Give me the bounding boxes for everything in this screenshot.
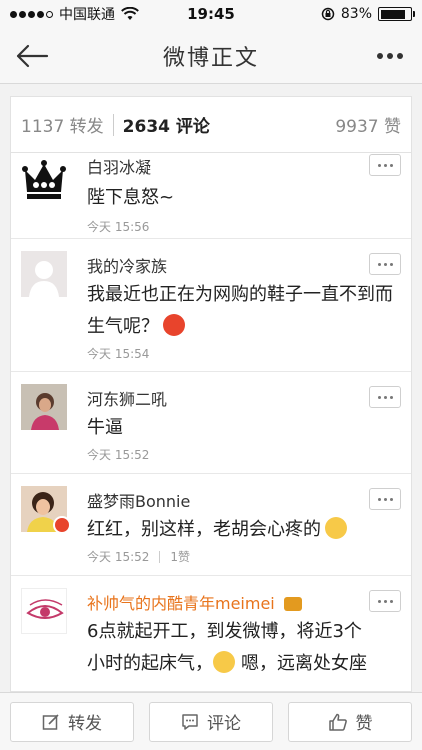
tab-comments[interactable]: 2634 评论 (123, 112, 210, 137)
battery-icon (378, 7, 415, 21)
carrier-name: 中国联通 (59, 7, 115, 23)
comment-time: 今天 15:52 (87, 448, 150, 462)
meta-divider (159, 550, 161, 563)
post-card: 1137 转发 2634 评论 9937 赞 白羽冰凝 陛下息怒~ 今天 15:… (10, 96, 412, 692)
comment-text: 我最近也正在为网购的鞋子一直不到而生气呢？ (87, 279, 401, 343)
tab-reposts[interactable]: 1137 转发 (21, 112, 104, 137)
avatar[interactable] (21, 158, 67, 204)
wifi-icon (121, 7, 139, 20)
arrow-left-icon (16, 44, 49, 68)
dot-icon (397, 53, 403, 59)
comment-text-line: 6点就起开工，到发微博，将近3个 (87, 621, 362, 642)
thumbs-up-icon (328, 713, 347, 731)
user-photo-icon (21, 384, 67, 430)
dot-icon (377, 53, 383, 59)
back-button[interactable] (12, 40, 52, 72)
comment-item: 我的冷家族 我最近也正在为网购的鞋子一直不到而生气呢？ 今天 15:54 (11, 239, 411, 372)
comment-author[interactable]: 我的冷家族 (87, 253, 401, 277)
signal-strength-icon (10, 10, 53, 18)
avatar[interactable] (21, 384, 67, 430)
comment-meta: 今天 15:56 (87, 218, 401, 235)
comment-text-body: 我最近也正在为网购的鞋子一直不到而生气呢？ (87, 284, 393, 337)
comment-item: 盛梦雨Bonnie 红红，别这样，老胡会心疼的 今天 15:52 1赞 (11, 474, 411, 576)
engagement-tabs: 1137 转发 2634 评论 9937 赞 (11, 97, 411, 153)
comment-more-button[interactable] (369, 253, 401, 275)
status-left: 中国联通 (10, 4, 139, 24)
comment-author[interactable]: 盛梦雨Bonnie (87, 488, 401, 512)
thinking-emoji-icon (325, 517, 347, 539)
status-right: 83% (321, 6, 415, 22)
comment-text: 红红，别这样，老胡会心疼的 (87, 514, 401, 546)
comment-more-button[interactable] (369, 154, 401, 176)
comment-item: 白羽冰凝 陛下息怒~ 今天 15:56 (11, 154, 411, 239)
comment-time: 今天 15:54 (87, 347, 150, 361)
like-label: 赞 (355, 714, 373, 734)
repost-label: 转发 (68, 714, 102, 734)
verified-badge-icon (53, 516, 71, 534)
battery-level (380, 9, 405, 19)
comment-list[interactable]: 白羽冰凝 陛下息怒~ 今天 15:56 我的冷家族 我最近也正在为网购的鞋子一直… (11, 154, 411, 691)
comment-item: 补帅气的内酷青年meimei 6点就起开工，到发微博，将近3个 小时的起床气，嗯… (11, 576, 411, 691)
avatar[interactable] (21, 251, 67, 297)
default-user-icon (29, 261, 59, 297)
comment-text: 6点就起开工，到发微博，将近3个 小时的起床气， 嗯，远离处女座 (87, 616, 401, 680)
comment-likes[interactable]: 1赞 (170, 548, 190, 565)
comment-meta: 今天 15:52 (87, 446, 401, 463)
comment-text: 陛下息怒~ (87, 187, 175, 208)
comment-time: 今天 15:52 (87, 550, 150, 564)
vip-crown-icon (283, 597, 302, 611)
comment-time: 今天 15:56 (87, 220, 150, 234)
comment-meta: 今天 15:52 1赞 (87, 548, 401, 565)
orientation-lock-icon (321, 7, 335, 21)
page-title: 微博正文 (162, 45, 259, 71)
comment-item: 河东狮二吼 牛逼 今天 15:52 (11, 372, 411, 474)
comment-text-line: 小时的起床气， 嗯，远离处女座 (87, 651, 367, 674)
comment-meta: 今天 15:54 (87, 345, 401, 362)
comment-label: 评论 (207, 714, 241, 734)
status-bar: 中国联通 19:45 83% (0, 0, 422, 28)
avatar[interactable] (21, 588, 67, 634)
comment-more-button[interactable] (369, 590, 401, 612)
like-button[interactable]: 赞 (288, 701, 412, 742)
comment-text: 牛逼 (87, 417, 123, 438)
dot-icon (387, 53, 393, 59)
angry-emoji-icon (163, 314, 185, 336)
repost-button[interactable]: 转发 (10, 701, 134, 742)
comment-button[interactable]: 评论 (149, 701, 273, 742)
crown-icon (22, 160, 66, 199)
comment-more-button[interactable] (369, 386, 401, 408)
tab-divider (112, 113, 114, 136)
eye-drawing-icon (26, 599, 64, 619)
comment-author[interactable]: 补帅气的内酷青年meimei (87, 590, 401, 614)
more-options-button[interactable] (372, 42, 408, 70)
comment-author[interactable]: 河东狮二吼 (87, 386, 401, 410)
edit-icon (42, 713, 59, 730)
tab-likes[interactable]: 9937 赞 (335, 112, 401, 137)
comment-author-name: 补帅气的内酷青年meimei (87, 594, 275, 613)
nav-bar: 微博正文 (0, 28, 422, 84)
thinking-emoji-icon (213, 651, 235, 673)
comment-bubble-icon (182, 713, 198, 730)
bottom-toolbar: 转发 评论 赞 (0, 692, 422, 750)
comment-more-button[interactable] (369, 488, 401, 510)
comment-author[interactable]: 白羽冰凝 (87, 154, 401, 178)
battery-percent: 83% (340, 6, 372, 22)
comment-text-body: 红红，别这样，老胡会心疼的 (87, 519, 321, 540)
